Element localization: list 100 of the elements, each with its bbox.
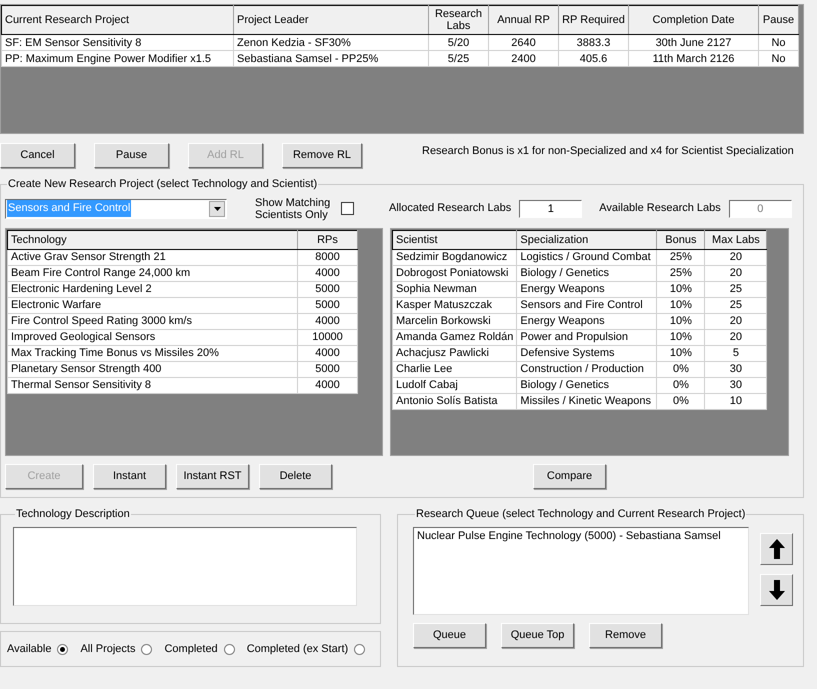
radio-icon: [57, 644, 68, 654]
table-cell: Electronic Hardening Level 2: [8, 281, 298, 297]
table-cell: Defensive Systems: [516, 345, 657, 361]
field-label: Allocated Research Labs: [389, 201, 512, 216]
table-cell: Construction / Production: [516, 361, 657, 377]
table-cell: 25: [704, 297, 767, 313]
group-title: Research Queue (select Technology and Current Research Project): [415, 507, 746, 522]
table-cell: Amanda Gamez Roldán: [392, 329, 517, 345]
queue-list[interactable]: Nuclear Pulse Engine Technology (5000) - Sebastiana Samsel: [413, 526, 749, 614]
table-cell: Kasper Matuszczak: [392, 297, 517, 313]
table-cell: Sensors and Fire Control: [516, 297, 657, 313]
group-title: Technology Description: [15, 507, 131, 522]
table-cell: Thermal Sensor Sensitivity 8: [8, 377, 298, 393]
table-cell: 5/25: [428, 50, 488, 66]
table-cell: Zenon Kedzia - SF30%: [234, 34, 428, 50]
checkbox[interactable]: [341, 202, 354, 215]
table-cell: 25%: [656, 265, 705, 281]
table-cell: 25: [704, 281, 767, 297]
column-header[interactable]: Specialization: [516, 230, 657, 249]
column-header[interactable]: RPs: [298, 230, 358, 249]
table-cell: 30: [704, 361, 767, 377]
table-cell: 5: [704, 345, 767, 361]
table-cell: 20: [704, 249, 767, 265]
table-cell: Energy Weapons: [516, 313, 657, 329]
table-cell: Dobrogost Poniatowski: [392, 265, 517, 281]
field-label: Available Research Labs: [599, 201, 721, 216]
table-cell: No: [758, 50, 798, 66]
radio-option[interactable]: Completed (ex Start): [246, 640, 366, 658]
table-cell: Sophia Newman: [392, 281, 517, 297]
table-cell: Electronic Warfare: [8, 297, 298, 313]
table-cell: Logistics / Ground Combat: [516, 249, 657, 265]
arrow-down-icon: [768, 580, 784, 600]
arrow-up-icon: [768, 538, 784, 558]
column-header[interactable]: Pause: [758, 6, 798, 34]
column-header[interactable]: Current Research Project: [2, 6, 234, 34]
table-cell: 2640: [488, 34, 558, 50]
button[interactable]: Instant: [93, 464, 166, 488]
column-header[interactable]: Scientist: [392, 230, 517, 249]
column-header[interactable]: Completion Date: [628, 6, 758, 34]
table-cell: 0%: [656, 393, 705, 409]
table-cell: Improved Geological Sensors: [8, 329, 298, 345]
table-cell: 405.6: [558, 50, 628, 66]
move-down-button[interactable]: [760, 574, 793, 606]
table-cell: 10%: [656, 345, 705, 361]
checkbox-label: Show Matching Scientists Only: [255, 196, 332, 220]
table-cell: 2400: [488, 50, 558, 66]
button[interactable]: Queue: [413, 622, 486, 648]
column-header[interactable]: Bonus: [656, 230, 705, 249]
table-cell: 5000: [298, 297, 358, 313]
table-cell: 11th March 2126: [628, 50, 758, 66]
column-header[interactable]: Max Labs: [704, 230, 767, 249]
table-cell: 10: [704, 393, 767, 409]
table-cell: Biology / Genetics: [516, 265, 657, 281]
table-cell: 5/20: [428, 34, 488, 50]
table-cell: Charlie Lee: [392, 361, 517, 377]
radio-option[interactable]: Available: [7, 640, 68, 658]
radio-icon: [141, 644, 152, 654]
table-cell: 20: [704, 313, 767, 329]
table-cell: 4000: [298, 313, 358, 329]
radio-option[interactable]: All Projects: [80, 640, 152, 658]
table-cell: 10000: [298, 329, 358, 345]
button[interactable]: Delete: [259, 464, 332, 488]
column-header[interactable]: Research Labs: [428, 6, 488, 34]
table-cell: PP: Maximum Engine Power Modifier x1.5: [2, 50, 234, 66]
column-header[interactable]: Annual RP: [488, 6, 558, 34]
table-cell: 10%: [656, 329, 705, 345]
button[interactable]: Queue Top: [501, 622, 574, 648]
column-header[interactable]: Technology: [8, 230, 298, 249]
column-header[interactable]: Project Leader: [234, 6, 428, 34]
table-cell: Power and Propulsion: [516, 329, 657, 345]
table-cell: 5000: [298, 361, 358, 377]
table-cell: 8000: [298, 249, 358, 265]
column-header[interactable]: RP Required: [558, 6, 628, 34]
dropdown-value: Sensors and Fire Control: [7, 200, 132, 217]
button[interactable]: Compare: [533, 464, 606, 488]
table-cell: 25%: [656, 249, 705, 265]
table-cell: Missiles / Kinetic Weapons: [516, 393, 657, 409]
button[interactable]: Remove: [589, 622, 662, 648]
input-field[interactable]: 1: [519, 200, 582, 218]
table-cell: 4000: [298, 377, 358, 393]
table-cell: 3883.3: [558, 34, 628, 50]
button[interactable]: Instant RST: [176, 464, 249, 488]
table-cell: Energy Weapons: [516, 281, 657, 297]
table-cell: 0%: [656, 377, 705, 393]
radio-option[interactable]: Completed: [164, 640, 235, 658]
button[interactable]: Pause: [94, 142, 169, 168]
table-cell: 10%: [656, 313, 705, 329]
table-cell: No: [758, 34, 798, 50]
bonus-note: Research Bonus is x1 for non-Specialized and x4 for Scientist Specialization: [422, 144, 794, 159]
table-cell: Antonio Solís Batista: [392, 393, 517, 409]
queue-item[interactable]: Nuclear Pulse Engine Technology (5000) - Sebastiana Samsel: [417, 530, 745, 542]
table-cell: Beam Fire Control Range 24,000 km: [8, 265, 298, 281]
table-cell: 30: [704, 377, 767, 393]
radio-icon: [354, 644, 366, 654]
table-cell: Max Tracking Time Bonus vs Missiles 20%: [8, 345, 298, 361]
button[interactable]: Cancel: [0, 142, 75, 168]
table-cell: 4000: [298, 265, 358, 281]
move-up-button[interactable]: [760, 532, 793, 564]
button[interactable]: Remove RL: [282, 142, 362, 168]
input-field[interactable]: 0: [728, 200, 792, 218]
